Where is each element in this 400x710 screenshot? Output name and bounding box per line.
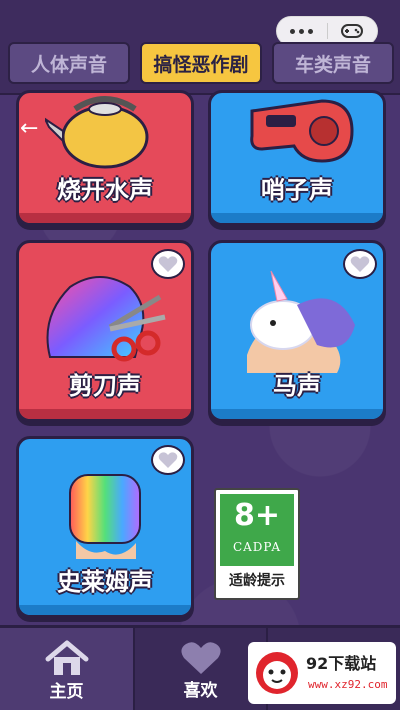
- top-header: 人体声音 搞怪恶作剧 车类声音: [0, 0, 400, 95]
- tab-body-sounds[interactable]: 人体声音: [8, 42, 130, 84]
- nav-home[interactable]: 主页: [0, 628, 133, 710]
- watermark-title: 92下载站: [306, 654, 377, 673]
- tab-pranks[interactable]: 搞怪恶作剧: [140, 42, 262, 84]
- more-button[interactable]: [277, 17, 327, 45]
- card-label: 烧开水声: [57, 176, 153, 204]
- sound-card-slime[interactable]: 史莱姆声: [16, 436, 194, 618]
- back-arrow-icon[interactable]: ←: [20, 116, 38, 141]
- scissors-ball-icon: [46, 276, 166, 362]
- kettle-icon: [45, 96, 149, 169]
- watermark-url: www.xz92.com: [308, 678, 388, 691]
- tiger-logo-icon: [256, 652, 298, 694]
- sound-card-scissors[interactable]: 剪刀声: [16, 240, 194, 422]
- age-rating-number: 8+: [233, 498, 280, 533]
- cadpa-age-rating-badge: 8+ CADPA 适龄提示: [214, 488, 300, 600]
- watermark-92xz: 92下载站 www.xz92.com: [248, 642, 396, 704]
- category-tabs: 人体声音 搞怪恶作剧 车类声音: [0, 42, 400, 86]
- home-icon: [45, 640, 88, 675]
- whistle-icon: [250, 99, 354, 163]
- nav-favorites[interactable]: 喜欢: [133, 628, 266, 710]
- favorite-heart-button[interactable]: [151, 445, 185, 475]
- sound-card-horse[interactable]: 马声: [208, 240, 386, 422]
- age-rating-org: CADPA: [232, 540, 282, 554]
- nav-label: 主页: [49, 682, 84, 702]
- more-dots-icon: [290, 28, 314, 34]
- heart-icon: [180, 642, 221, 674]
- nav-label: 喜欢: [183, 681, 218, 701]
- sound-card-whistle[interactable]: 哨子声: [208, 90, 386, 226]
- slime-icon: [69, 474, 141, 559]
- unicorn-squishy-icon: [247, 270, 355, 373]
- game-button[interactable]: [328, 17, 378, 45]
- sound-card-kettle[interactable]: 烧开水声: [16, 90, 194, 226]
- card-label: 哨子声: [261, 176, 333, 204]
- heart-icon: [158, 452, 178, 468]
- gamepad-icon: [341, 24, 364, 38]
- card-label: 剪刀声: [69, 372, 141, 400]
- card-label: 马声: [273, 372, 321, 400]
- card-label: 史莱姆声: [57, 568, 153, 596]
- tab-vehicle-sounds[interactable]: 车类声音: [272, 42, 394, 84]
- age-rating-tip: 适龄提示: [229, 573, 285, 589]
